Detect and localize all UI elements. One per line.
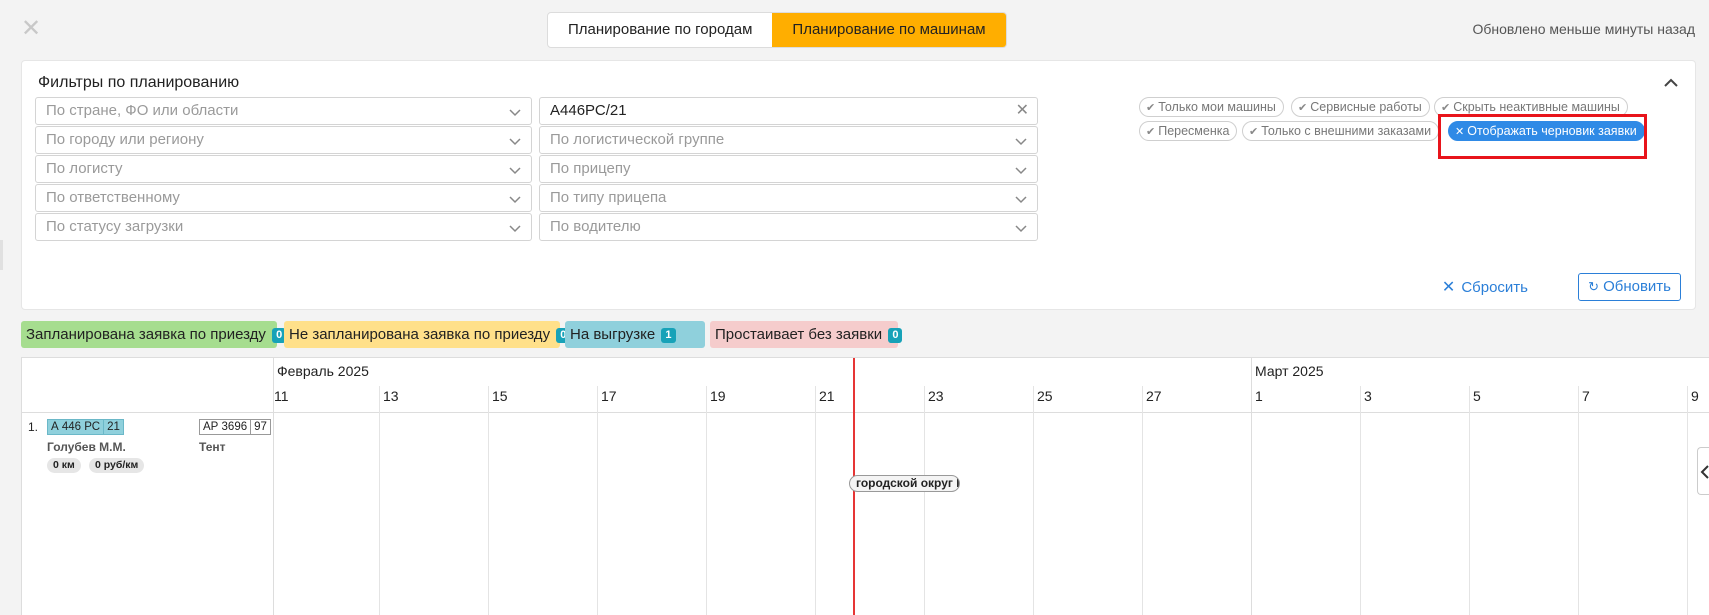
day-label: 25 — [1037, 388, 1053, 404]
divider — [22, 412, 1709, 413]
scroll-indicator — [0, 240, 3, 270]
check-icon: ✔ — [1441, 102, 1451, 114]
planning-page: ✕ Планирование по городам Планирование п… — [0, 0, 1709, 615]
chip-shift-change[interactable]: ✔ Пересменка — [1139, 121, 1238, 141]
driver-name: Голубев М.М. — [47, 440, 126, 454]
mode-by-cities-button[interactable]: Планирование по городам — [548, 13, 772, 47]
day-label: 11 — [274, 388, 289, 404]
day-label: 17 — [601, 388, 617, 404]
day-label: 1 — [1255, 388, 1263, 404]
day-divider — [379, 386, 380, 615]
trailer-type: Тент — [199, 440, 226, 454]
last-updated-text: Обновлено меньше минуты назад — [1472, 21, 1695, 37]
chevron-down-icon — [509, 164, 521, 176]
distance-pill: 0 км — [47, 458, 81, 473]
check-icon: ✔ — [1249, 126, 1259, 138]
day-label: 3 — [1364, 388, 1372, 404]
chevron-down-icon — [509, 135, 521, 147]
chip-only-my-vehicles[interactable]: ✔ Только мои машины — [1139, 97, 1284, 117]
legend-idle: Простаивает без заявки 0 — [710, 321, 903, 348]
logist-filter-select[interactable]: По логисту — [35, 155, 532, 183]
planning-mode-switch: Планирование по городам Планирование по … — [547, 12, 1007, 48]
close-icon[interactable]: ✕ — [20, 17, 42, 41]
day-divider — [1360, 386, 1361, 615]
check-icon: ✔ — [1298, 102, 1308, 114]
responsible-filter-select[interactable]: По ответственному — [35, 184, 532, 212]
mode-by-vehicles-button[interactable]: Планирование по машинам — [772, 13, 1006, 47]
timeline-grid: Февраль 2025 Март 2025 11 13 15 17 19 21… — [21, 357, 1709, 615]
month-label: Март 2025 — [1255, 363, 1324, 379]
chip-show-draft[interactable]: ✕ Отображать черновик заявки — [1448, 121, 1645, 141]
rate-pill: 0 руб/км — [89, 458, 145, 473]
chevron-down-icon — [1015, 164, 1027, 176]
day-divider — [815, 386, 816, 615]
day-divider — [924, 386, 925, 615]
filters-panel: Фильтры по планированию По стране, ФО ил… — [21, 60, 1696, 310]
trailer-type-filter-select[interactable]: По типу прицепа — [539, 184, 1038, 212]
day-label: 23 — [928, 388, 944, 404]
count-badge: 1 — [661, 328, 676, 343]
day-label: 19 — [710, 388, 726, 404]
check-icon: ✔ — [1146, 102, 1156, 114]
row-number: 1. — [28, 420, 39, 434]
side-panel-toggle[interactable] — [1697, 447, 1709, 495]
month-divider — [1251, 358, 1252, 615]
chevron-left-icon — [1700, 465, 1709, 479]
chevron-down-icon — [509, 222, 521, 234]
chip-service-works[interactable]: ✔ Сервисные работы — [1291, 97, 1430, 117]
day-label: 5 — [1473, 388, 1481, 404]
day-divider — [597, 386, 598, 615]
logistics-group-filter-select[interactable]: По логистической группе — [539, 126, 1038, 154]
clear-icon[interactable]: ✕ — [1016, 98, 1029, 124]
city-filter-select[interactable]: По городу или региону — [35, 126, 532, 154]
close-icon: ✕ — [1441, 279, 1456, 296]
chip-hide-inactive[interactable]: ✔ Скрыть неактивные машины — [1434, 97, 1628, 117]
driver-filter-select[interactable]: По водителю — [539, 213, 1038, 241]
refresh-icon: ↻ — [1588, 279, 1600, 294]
day-divider — [1578, 386, 1579, 615]
country-filter-select[interactable]: По стране, ФО или области — [35, 97, 532, 125]
chevron-up-icon — [1664, 78, 1678, 87]
day-divider — [1033, 386, 1034, 615]
chevron-down-icon — [1015, 222, 1027, 234]
day-label: 7 — [1582, 388, 1590, 404]
day-divider — [1687, 386, 1688, 615]
close-icon: ✕ — [1455, 126, 1465, 138]
collapse-filters-button[interactable] — [1661, 73, 1681, 93]
chevron-down-icon — [1015, 135, 1027, 147]
trailer-filter-select[interactable]: По прицепу — [539, 155, 1038, 183]
vehicle-plate-badge[interactable]: А 446 РС 21 — [47, 419, 124, 435]
month-label: Февраль 2025 — [277, 363, 369, 379]
day-label: 15 — [492, 388, 508, 404]
chevron-down-icon — [509, 193, 521, 205]
day-divider — [488, 386, 489, 615]
day-label: 9 — [1691, 388, 1699, 404]
trailer-plate-badge[interactable]: АР 3696 97 — [199, 419, 271, 435]
day-label: 13 — [383, 388, 399, 404]
timeline-event[interactable]: городской округ Г — [849, 475, 960, 492]
legend-not-planned: Не запланирована заявка по приезду 0 — [284, 321, 571, 348]
day-divider — [1142, 386, 1143, 615]
day-label: 27 — [1146, 388, 1162, 404]
check-icon: ✔ — [1146, 126, 1156, 138]
day-divider — [706, 386, 707, 615]
refresh-button[interactable]: ↻ Обновить — [1578, 273, 1681, 301]
day-label: 21 — [819, 388, 835, 404]
count-badge: 0 — [888, 328, 903, 343]
legend-planned: Запланирована заявка по приезду 0 — [21, 321, 287, 348]
vehicle-filter-select[interactable]: А446РС/21 ✕ — [539, 97, 1038, 125]
legend-unloading: На выгрузке 1 — [565, 321, 705, 348]
reset-button[interactable]: ✕ Сбросить — [1442, 277, 1528, 297]
load-status-filter-select[interactable]: По статусу загрузки — [35, 213, 532, 241]
day-divider — [1469, 386, 1470, 615]
filters-title: Фильтры по планированию — [38, 74, 240, 91]
chip-external-orders[interactable]: ✔ Только с внешними заказами — [1242, 121, 1440, 141]
chevron-down-icon — [1015, 193, 1027, 205]
chevron-down-icon — [509, 106, 521, 118]
